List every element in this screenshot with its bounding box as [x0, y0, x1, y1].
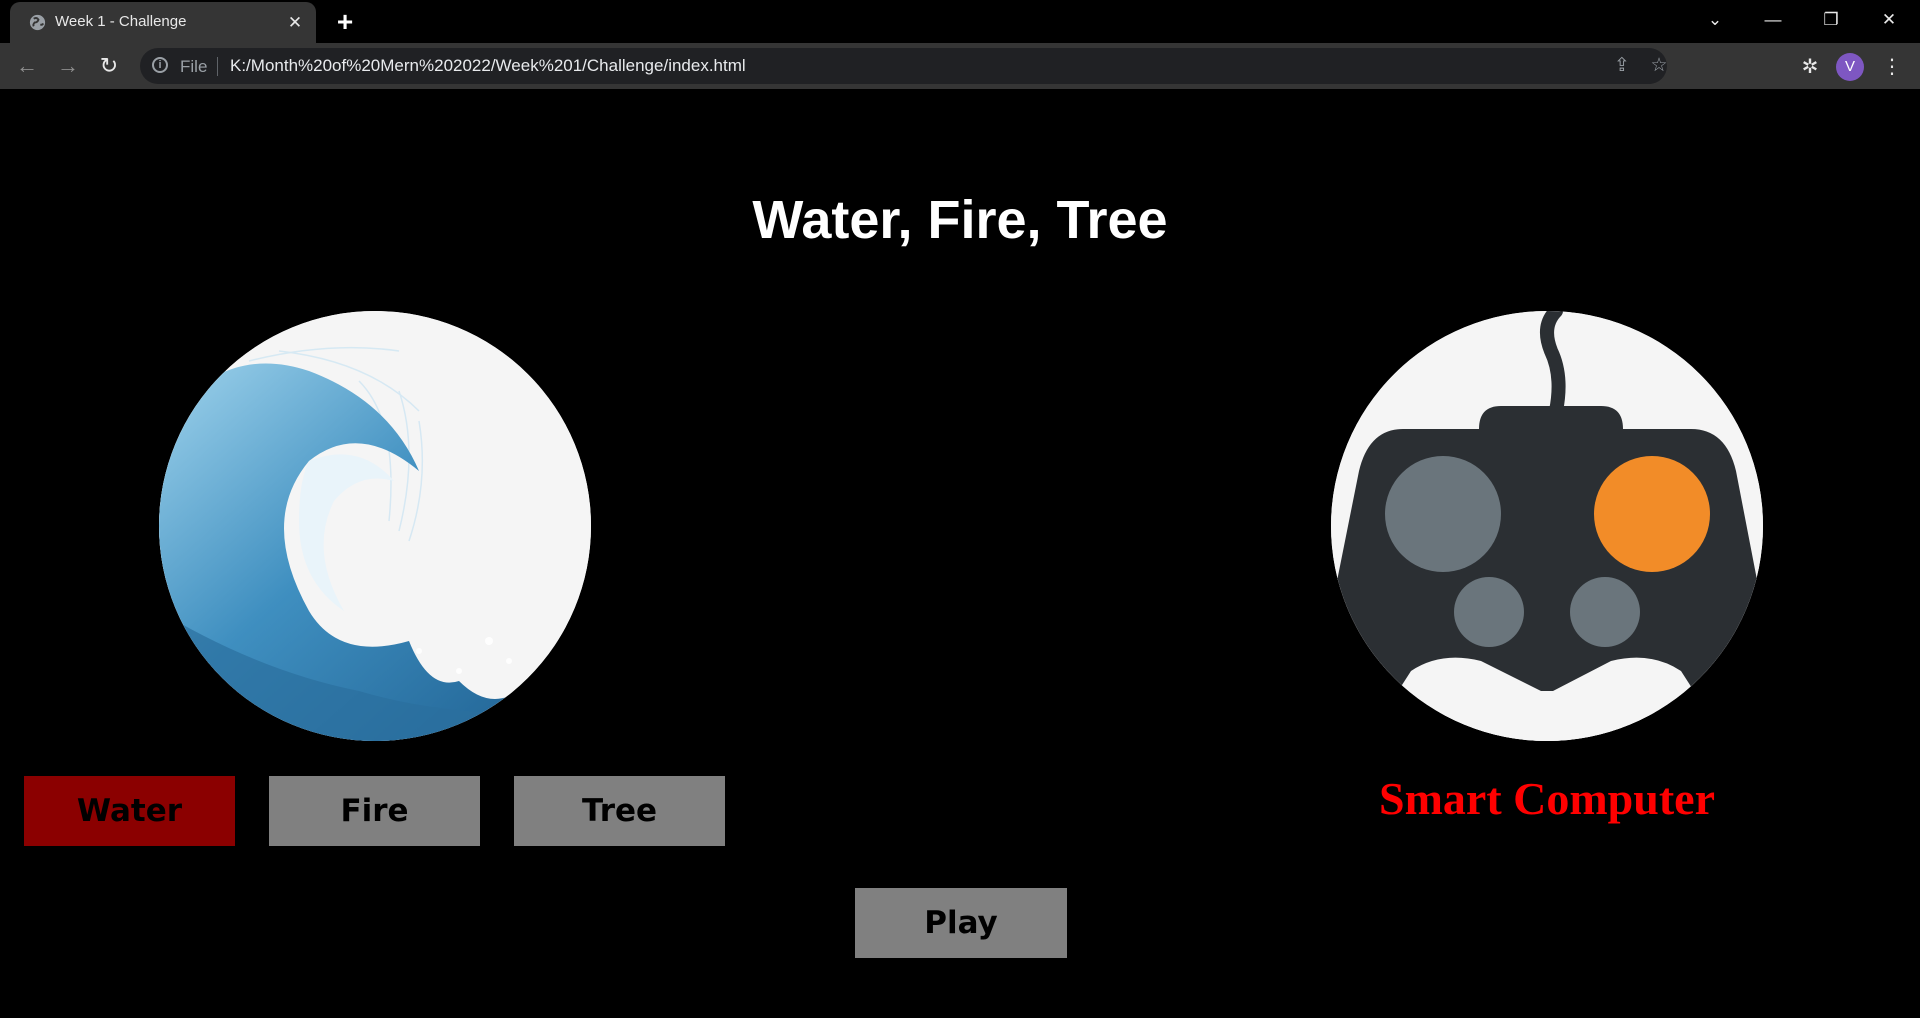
page-title: Water, Fire, Tree	[752, 190, 1168, 250]
info-icon[interactable]: i	[152, 57, 168, 73]
gamepad-icon	[1331, 311, 1763, 741]
fire-button[interactable]: Fire	[269, 776, 480, 846]
url-text[interactable]: K:/Month%20of%20Mern%202022/Week%201/Cha…	[230, 56, 746, 76]
new-tab-icon[interactable]: +	[330, 7, 360, 37]
close-window-icon[interactable]: ✕	[1860, 0, 1918, 40]
forward-icon[interactable]: →	[53, 51, 83, 81]
browser-toolbar: ← → ↻ i File K:/Month%20of%20Mern%202022…	[0, 43, 1920, 89]
tab-title: Week 1 - Challenge	[55, 13, 187, 30]
profile-avatar[interactable]: V	[1836, 53, 1864, 81]
globe-icon	[29, 14, 46, 31]
tree-button[interactable]: Tree	[514, 776, 725, 846]
address-divider	[217, 57, 218, 76]
computer-choice-image	[1331, 311, 1763, 741]
restore-icon[interactable]: ❐	[1802, 0, 1860, 40]
tab-search-icon[interactable]: ⌄	[1686, 0, 1744, 40]
play-button[interactable]: Play	[855, 888, 1067, 958]
page-content: Water, Fire, Tree Water Fire Tree Smart …	[0, 89, 1920, 1018]
player-choice-image	[159, 311, 591, 741]
extensions-icon[interactable]: ✲	[1796, 53, 1824, 81]
water-wave-icon	[159, 311, 591, 741]
computer-label: Smart Computer	[1379, 773, 1715, 824]
browser-tab[interactable]: Week 1 - Challenge ✕	[10, 2, 316, 43]
close-tab-icon[interactable]: ✕	[284, 12, 306, 34]
browser-titlebar: Week 1 - Challenge ✕ + ⌄ — ❐ ✕	[0, 0, 1920, 43]
minimize-icon[interactable]: —	[1744, 0, 1802, 40]
share-icon[interactable]: ⇪	[1610, 54, 1634, 78]
scheme-label: File	[180, 57, 208, 76]
address-bar[interactable]: i File K:/Month%20of%20Mern%202022/Week%…	[140, 48, 1668, 84]
menu-icon[interactable]: ⋮	[1878, 53, 1906, 81]
water-button[interactable]: Water	[24, 776, 235, 846]
back-icon[interactable]: ←	[12, 51, 42, 81]
bookmark-star-icon[interactable]: ☆	[1647, 54, 1671, 78]
reload-icon[interactable]: ↻	[94, 51, 124, 81]
